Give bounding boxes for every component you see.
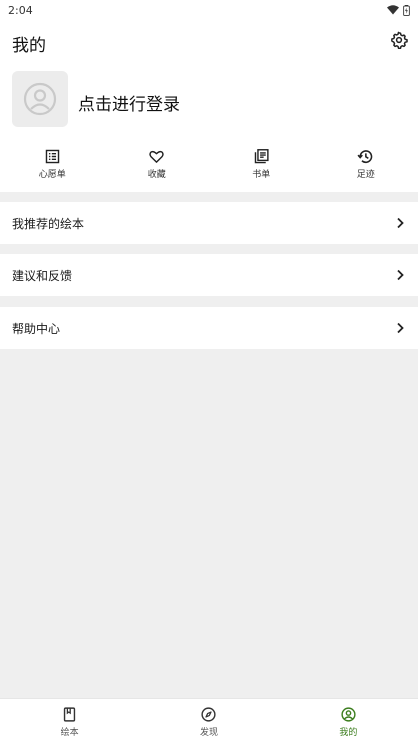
menu-item-label: 建议和反馈 <box>12 268 73 283</box>
book-icon <box>63 706 76 722</box>
menu-item-recommended-books[interactable]: 我推荐的绘本 <box>0 202 418 244</box>
menu-item-feedback[interactable]: 建议和反馈 <box>0 254 418 296</box>
status-icons <box>387 4 410 16</box>
compass-icon <box>201 706 217 722</box>
login-prompt[interactable]: 点击进行登录 <box>78 90 180 115</box>
bottom-nav: 绘本 发现 我的 <box>0 698 418 744</box>
shortcut-label: 足迹 <box>356 170 375 180</box>
shortcut-row: 心愿单 收藏 书单 足迹 <box>0 148 418 184</box>
heart-icon <box>149 150 164 163</box>
wifi-icon <box>387 5 399 15</box>
nav-tab-discover[interactable]: 发现 <box>139 699 278 744</box>
list-icon <box>45 149 59 164</box>
history-icon <box>357 150 373 164</box>
booklist-icon <box>254 149 269 164</box>
menu-item-label: 帮助中心 <box>12 321 61 336</box>
chevron-right-icon <box>397 322 404 334</box>
menu-item-help-center[interactable]: 帮助中心 <box>0 307 418 349</box>
avatar[interactable] <box>12 71 68 127</box>
shortcut-favorites[interactable]: 收藏 <box>105 148 210 184</box>
status-bar: 2:04 <box>0 0 418 20</box>
menu-item-label: 我推荐的绘本 <box>12 216 85 231</box>
nav-label: 我的 <box>339 727 358 738</box>
status-time: 2:04 <box>8 3 33 17</box>
shortcut-booklist[interactable]: 书单 <box>209 148 314 184</box>
profile-header: 我的 点击进行登录 心愿单 收藏 书单 足迹 <box>0 20 418 192</box>
nav-label: 绘本 <box>60 727 79 738</box>
nav-tab-mine[interactable]: 我的 <box>279 699 418 744</box>
chevron-right-icon <box>397 269 404 281</box>
avatar-placeholder-icon <box>23 82 57 116</box>
nav-label: 发现 <box>199 727 218 738</box>
shortcut-label: 书单 <box>252 170 271 180</box>
shortcut-wishlist[interactable]: 心愿单 <box>0 148 105 184</box>
chevron-right-icon <box>397 217 404 229</box>
profile-icon <box>341 706 356 722</box>
page-title: 我的 <box>12 36 46 56</box>
gear-icon[interactable] <box>390 31 408 49</box>
nav-tab-books[interactable]: 绘本 <box>0 699 139 744</box>
shortcut-history[interactable]: 足迹 <box>314 148 418 184</box>
battery-icon <box>403 4 410 16</box>
shortcut-label: 心愿单 <box>38 170 66 180</box>
shortcut-label: 收藏 <box>147 170 166 180</box>
